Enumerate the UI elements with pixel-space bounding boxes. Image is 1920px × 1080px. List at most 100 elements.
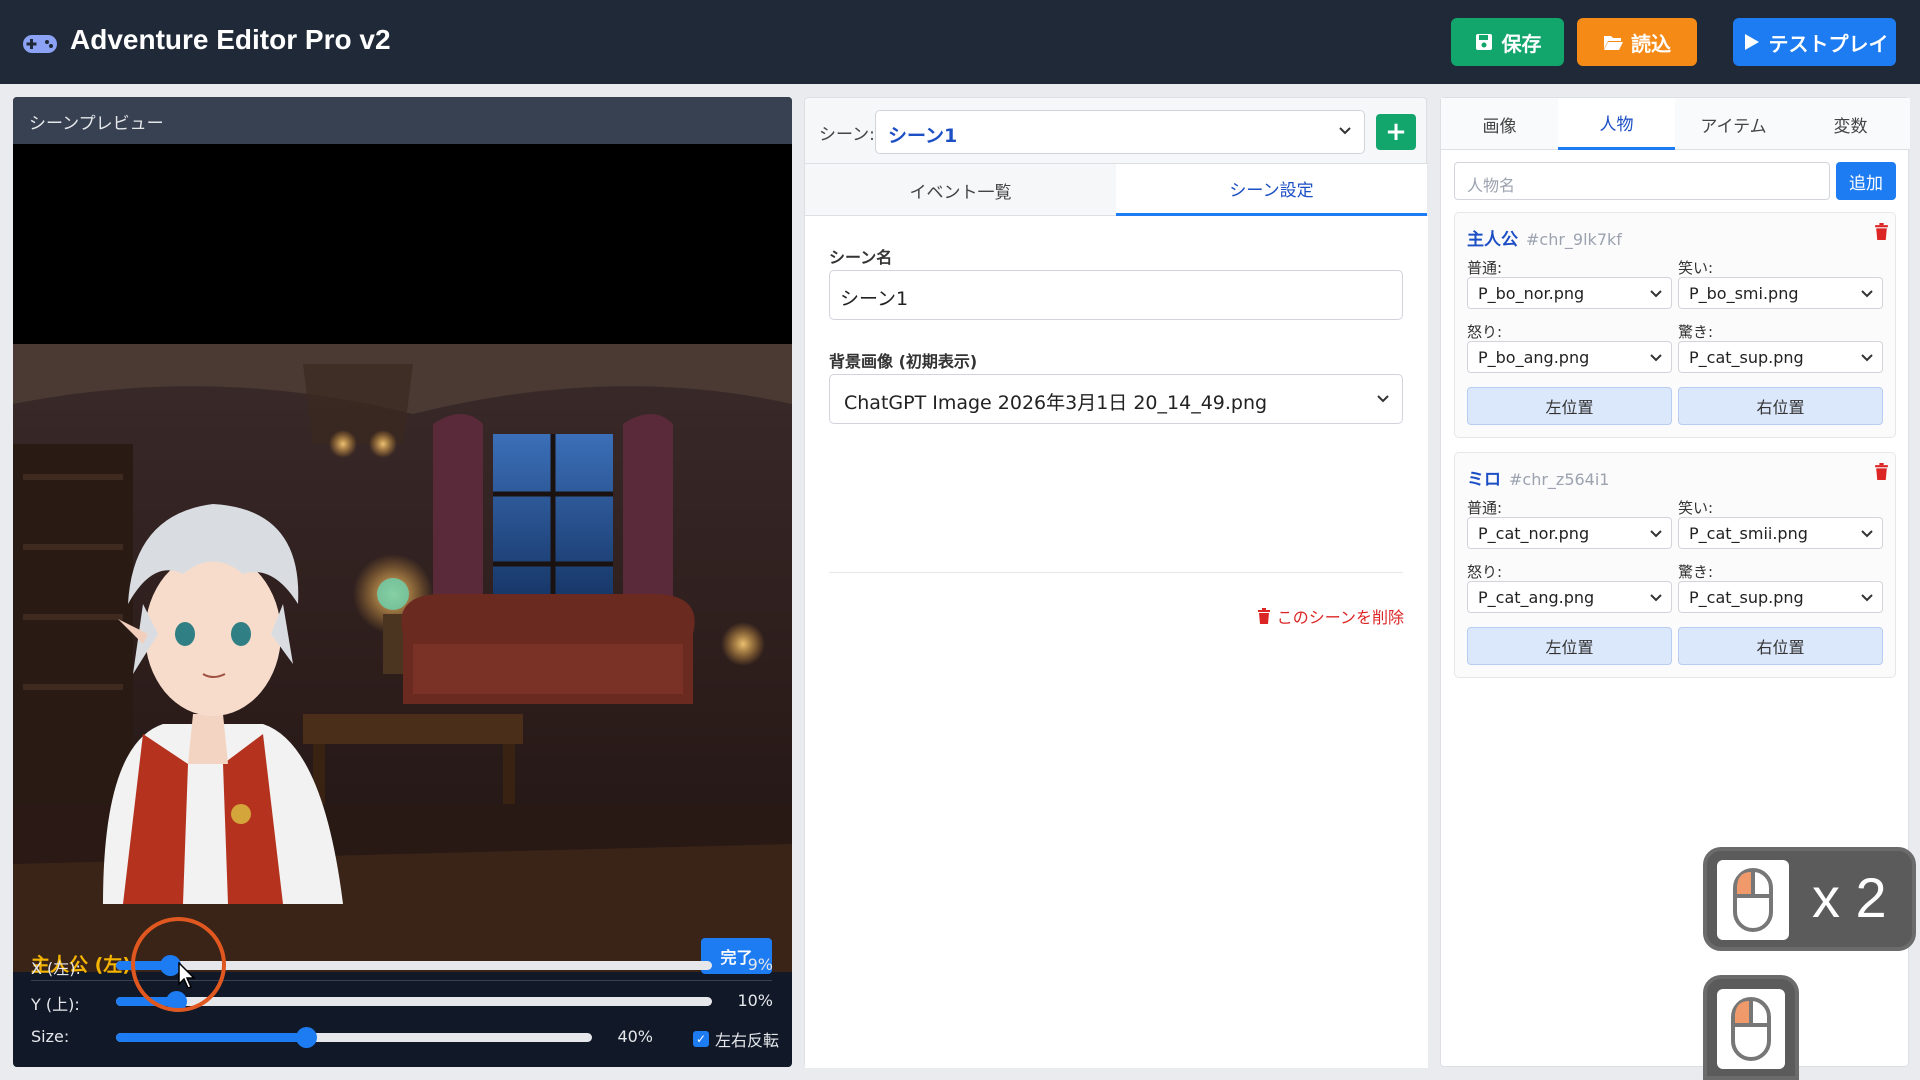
trash-icon[interactable] [1874, 463, 1889, 480]
x-slider-label: X (左): [31, 959, 81, 978]
x-slider-row [31, 1055, 791, 1067]
load-button[interactable]: 読込 [1577, 18, 1697, 66]
mouse-pointer-icon [178, 962, 196, 989]
test-play-label: テストプレイ [1768, 31, 1889, 56]
background-label: 背景画像 (初期表示) [829, 352, 978, 371]
character-card: 主人公 #chr_9lk7kf 普通: 笑い: P_bo_nor.png P_bo… [1454, 212, 1896, 438]
character-card-title: 主人公 #chr_9lk7kf [1467, 225, 1622, 250]
size-slider-label: Size: [31, 1027, 70, 1046]
gamepad-icon [23, 35, 57, 53]
assets-tabs: 画像 人物 アイテム 変数 [1441, 98, 1910, 150]
smile-label: 笑い: [1678, 499, 1714, 517]
load-label: 読込 [1631, 31, 1671, 56]
chevron-down-icon [1861, 530, 1873, 538]
chevron-down-icon [1339, 127, 1351, 135]
right-position-button[interactable]: 右位置 [1678, 627, 1883, 665]
tab-characters[interactable]: 人物 [1558, 98, 1675, 150]
mouse-left-click-icon [1717, 989, 1785, 1069]
save-button[interactable]: 保存 [1451, 18, 1564, 66]
plus-icon: + [1385, 117, 1407, 147]
tab-images[interactable]: 画像 [1441, 98, 1558, 150]
divider [829, 572, 1403, 573]
size-slider[interactable] [116, 1027, 592, 1048]
left-position-button[interactable]: 左位置 [1467, 387, 1672, 425]
surprise-label: 驚き: [1678, 563, 1714, 581]
smile-expression-value: P_cat_smii.png [1689, 524, 1808, 543]
normal-expression-select[interactable]: P_cat_nor.png [1467, 517, 1672, 549]
double-click-indicator: x 2 [1703, 847, 1916, 951]
scene-name-input[interactable]: シーン1 [829, 270, 1403, 320]
angry-expression-select[interactable]: P_bo_ang.png [1467, 341, 1672, 373]
play-icon [1744, 34, 1759, 50]
size-slider-row: Size: 40% ✓ 左右反転 [31, 1023, 791, 1051]
chevron-down-icon [1861, 594, 1873, 602]
add-character-button[interactable]: 追加 [1836, 162, 1896, 200]
smile-label: 笑い: [1678, 259, 1714, 277]
add-scene-button[interactable]: + [1376, 114, 1416, 150]
app-title: Adventure Editor Pro v2 [70, 24, 391, 55]
surprise-expression-value: P_cat_sup.png [1689, 348, 1804, 367]
normal-expression-select[interactable]: P_bo_nor.png [1467, 277, 1672, 309]
flip-checkbox[interactable]: ✓ 左右反転 [693, 1027, 779, 1051]
left-position-button[interactable]: 左位置 [1467, 627, 1672, 665]
normal-label: 普通: [1467, 499, 1503, 517]
surprise-expression-select[interactable]: P_cat_sup.png [1678, 581, 1883, 613]
background-select[interactable]: ChatGPT Image 2026年3月1日 20_14_49.png [829, 374, 1403, 424]
angry-label: 怒り: [1467, 323, 1503, 341]
character-name-input[interactable]: 人物名 [1454, 162, 1830, 200]
chevron-down-icon [1377, 395, 1389, 403]
scene-label: シーン: [819, 125, 875, 145]
tab-event-list[interactable]: イベント一覧 [805, 164, 1116, 216]
y-slider-value: 10% [737, 991, 773, 1010]
floppy-icon [1475, 34, 1492, 50]
smile-expression-select[interactable]: P_bo_smi.png [1678, 277, 1883, 309]
chevron-down-icon [1861, 290, 1873, 298]
smile-expression-value: P_bo_smi.png [1689, 284, 1799, 303]
character-card-title: ミロ #chr_z564i1 [1467, 465, 1609, 490]
normal-label: 普通: [1467, 259, 1503, 277]
mouse-left-click-icon [1717, 860, 1789, 940]
size-slider-fill [116, 1033, 306, 1042]
scene-editor-panel: シーン: シーン1 + イベント一覧 シーン設定 シーン名 シーン1 背景画像 … [804, 97, 1428, 1068]
chevron-down-icon [1650, 290, 1662, 298]
scene-selector-bar: シーン: シーン1 + [805, 98, 1428, 164]
tab-items[interactable]: アイテム [1675, 98, 1792, 150]
normal-expression-value: P_cat_nor.png [1478, 524, 1590, 543]
scene-select[interactable]: シーン1 [875, 110, 1365, 154]
character-name: ミロ [1467, 470, 1501, 490]
background-select-value: ChatGPT Image 2026年3月1日 20_14_49.png [844, 392, 1268, 414]
size-slider-thumb[interactable] [296, 1027, 317, 1048]
save-label: 保存 [1501, 31, 1542, 56]
normal-expression-value: P_bo_nor.png [1478, 284, 1585, 303]
delete-scene-link[interactable]: このシーンを削除 [1257, 604, 1404, 628]
surprise-expression-select[interactable]: P_cat_sup.png [1678, 341, 1883, 373]
angry-expression-value: P_cat_ang.png [1478, 588, 1595, 607]
scene-select-value: シーン1 [888, 125, 958, 147]
chevron-down-icon [1650, 530, 1662, 538]
click-count: x 2 [1812, 866, 1887, 929]
character-id: #chr_9lk7kf [1526, 230, 1622, 249]
test-play-button[interactable]: テストプレイ [1733, 18, 1896, 66]
smile-expression-select[interactable]: P_cat_smii.png [1678, 517, 1883, 549]
flip-label: 左右反転 [715, 1031, 780, 1050]
trash-icon[interactable] [1874, 223, 1889, 240]
angry-expression-select[interactable]: P_cat_ang.png [1467, 581, 1672, 613]
scene-name-label: シーン名 [829, 248, 893, 267]
preview-title: シーンプレビュー [13, 97, 792, 144]
delete-scene-label: このシーンを削除 [1276, 608, 1404, 627]
tab-variables[interactable]: 変数 [1792, 98, 1909, 150]
x-slider-value: 9% [747, 955, 773, 974]
chevron-down-icon [1650, 594, 1662, 602]
trash-icon [1257, 608, 1270, 624]
mouse-indicator [1703, 975, 1799, 1080]
scene-background-image [13, 344, 792, 972]
angry-label: 怒り: [1467, 563, 1503, 581]
character-id: #chr_z564i1 [1509, 470, 1610, 489]
scene-preview-panel: シーンプレビュー 主人公 (左) 完了 [13, 97, 792, 1067]
scene-settings-form: シーン名 シーン1 背景画像 (初期表示) ChatGPT Image 2026… [805, 216, 1428, 1068]
character-name: 主人公 [1467, 230, 1518, 250]
checkbox-check-icon[interactable]: ✓ [693, 1031, 709, 1047]
chevron-down-icon [1650, 354, 1662, 362]
tab-scene-settings[interactable]: シーン設定 [1116, 164, 1427, 216]
right-position-button[interactable]: 右位置 [1678, 387, 1883, 425]
